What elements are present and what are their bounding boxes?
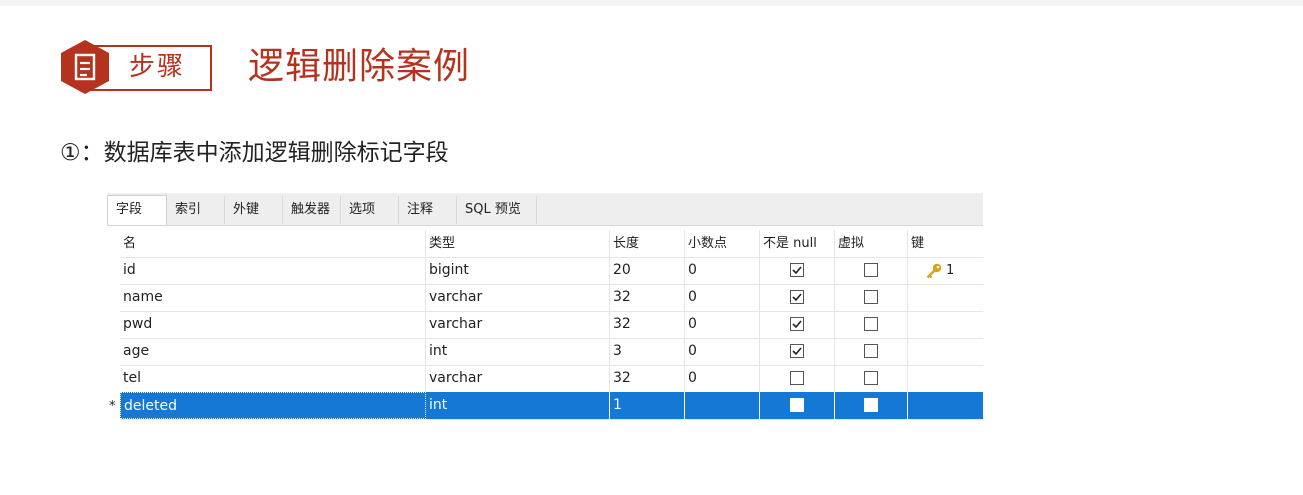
field-length-cell[interactable]: 20 <box>610 257 685 284</box>
field-name-cell[interactable]: tel <box>120 365 426 392</box>
not-null-checkbox[interactable] <box>790 344 804 358</box>
virtual-checkbox[interactable] <box>864 371 878 385</box>
tab-options[interactable]: 选项 <box>341 196 399 224</box>
primary-key-icon <box>926 263 942 279</box>
col-header-name[interactable]: 名 <box>120 230 426 257</box>
tab-fields[interactable]: 字段 <box>107 195 167 225</box>
not-null-checkbox[interactable] <box>790 290 804 304</box>
table-row[interactable]: * deleted int 1 <box>109 392 983 420</box>
virtual-cell <box>835 257 908 284</box>
field-length-cell[interactable]: 32 <box>610 311 685 338</box>
virtual-cell <box>835 338 908 365</box>
key-order-label: 1 <box>946 263 955 278</box>
tab-sql-preview[interactable]: SQL 预览 <box>457 196 537 224</box>
virtual-cell <box>835 311 908 338</box>
not-null-cell <box>760 311 835 338</box>
field-type-cell[interactable]: varchar <box>426 311 610 338</box>
not-null-cell <box>760 338 835 365</box>
key-cell[interactable]: 1 <box>908 257 983 284</box>
table-header-row: 名 类型 长度 小数点 不是 null 虚拟 键 <box>120 230 983 258</box>
field-decimals-cell[interactable] <box>685 392 760 419</box>
field-type-cell[interactable]: bigint <box>426 257 610 284</box>
tab-indexes[interactable]: 索引 <box>167 196 225 224</box>
table-designer: 字段 索引 外键 触发器 选项 注释 SQL 预览 名 类型 长度 小数点 不是… <box>107 193 983 423</box>
col-header-key[interactable]: 键 <box>908 230 983 257</box>
tab-comments[interactable]: 注释 <box>399 196 457 224</box>
top-strip <box>0 0 1303 6</box>
key-cell[interactable] <box>908 311 983 338</box>
field-name-cell[interactable]: name <box>120 284 426 311</box>
not-null-checkbox[interactable] <box>790 263 804 277</box>
page-title: 逻辑删除案例 <box>248 46 471 87</box>
virtual-cell <box>835 392 908 419</box>
table-row[interactable]: id bigint 20 0 1 <box>120 257 983 285</box>
key-cell[interactable] <box>908 365 983 392</box>
field-name-cell[interactable]: id <box>120 257 426 284</box>
field-length-cell[interactable]: 32 <box>610 365 685 392</box>
not-null-cell <box>760 392 835 419</box>
table-row[interactable]: name varchar 32 0 <box>120 284 983 312</box>
virtual-cell <box>835 365 908 392</box>
not-null-checkbox[interactable] <box>790 398 804 412</box>
field-decimals-cell[interactable]: 0 <box>685 311 760 338</box>
new-row-marker: * <box>109 399 116 414</box>
field-decimals-cell[interactable]: 0 <box>685 338 760 365</box>
virtual-checkbox[interactable] <box>864 263 878 277</box>
field-decimals-cell[interactable]: 0 <box>685 284 760 311</box>
not-null-cell <box>760 257 835 284</box>
col-header-length[interactable]: 长度 <box>610 230 685 257</box>
field-length-cell[interactable]: 1 <box>610 392 685 419</box>
tab-foreign-keys[interactable]: 外键 <box>225 196 283 224</box>
col-header-not-null[interactable]: 不是 null <box>760 230 835 257</box>
table-row[interactable]: tel varchar 32 0 <box>120 365 983 393</box>
not-null-checkbox[interactable] <box>790 317 804 331</box>
field-decimals-cell[interactable]: 0 <box>685 257 760 284</box>
field-type-cell[interactable]: int <box>426 392 610 419</box>
virtual-checkbox[interactable] <box>864 398 878 412</box>
tab-triggers[interactable]: 触发器 <box>283 196 341 224</box>
field-name-cell[interactable]: pwd <box>120 311 426 338</box>
virtual-checkbox[interactable] <box>864 290 878 304</box>
field-name-cell[interactable]: age <box>120 338 426 365</box>
not-null-cell <box>760 365 835 392</box>
field-length-cell[interactable]: 3 <box>610 338 685 365</box>
not-null-cell <box>760 284 835 311</box>
step-description: ①：数据库表中添加逻辑删除标记字段 <box>60 140 449 166</box>
col-header-decimals[interactable]: 小数点 <box>685 230 760 257</box>
tab-bar: 字段 索引 外键 触发器 选项 注释 SQL 预览 <box>107 193 983 226</box>
key-cell[interactable] <box>908 284 983 311</box>
key-cell[interactable] <box>908 392 983 419</box>
field-decimals-cell[interactable]: 0 <box>685 365 760 392</box>
col-header-type[interactable]: 类型 <box>426 230 610 257</box>
badge-label: 步骤 <box>129 52 186 82</box>
not-null-checkbox[interactable] <box>790 371 804 385</box>
table-row[interactable]: pwd varchar 32 0 <box>120 311 983 339</box>
table-row[interactable]: age int 3 0 <box>120 338 983 366</box>
virtual-cell <box>835 284 908 311</box>
field-type-cell[interactable]: varchar <box>426 365 610 392</box>
virtual-checkbox[interactable] <box>864 344 878 358</box>
virtual-checkbox[interactable] <box>864 317 878 331</box>
document-icon <box>61 40 109 94</box>
field-type-cell[interactable]: int <box>426 338 610 365</box>
field-name-cell[interactable]: deleted <box>120 392 426 419</box>
col-header-virtual[interactable]: 虚拟 <box>835 230 908 257</box>
step-badge: 步骤 <box>57 38 212 94</box>
field-length-cell[interactable]: 32 <box>610 284 685 311</box>
field-type-cell[interactable]: varchar <box>426 284 610 311</box>
key-cell[interactable] <box>908 338 983 365</box>
